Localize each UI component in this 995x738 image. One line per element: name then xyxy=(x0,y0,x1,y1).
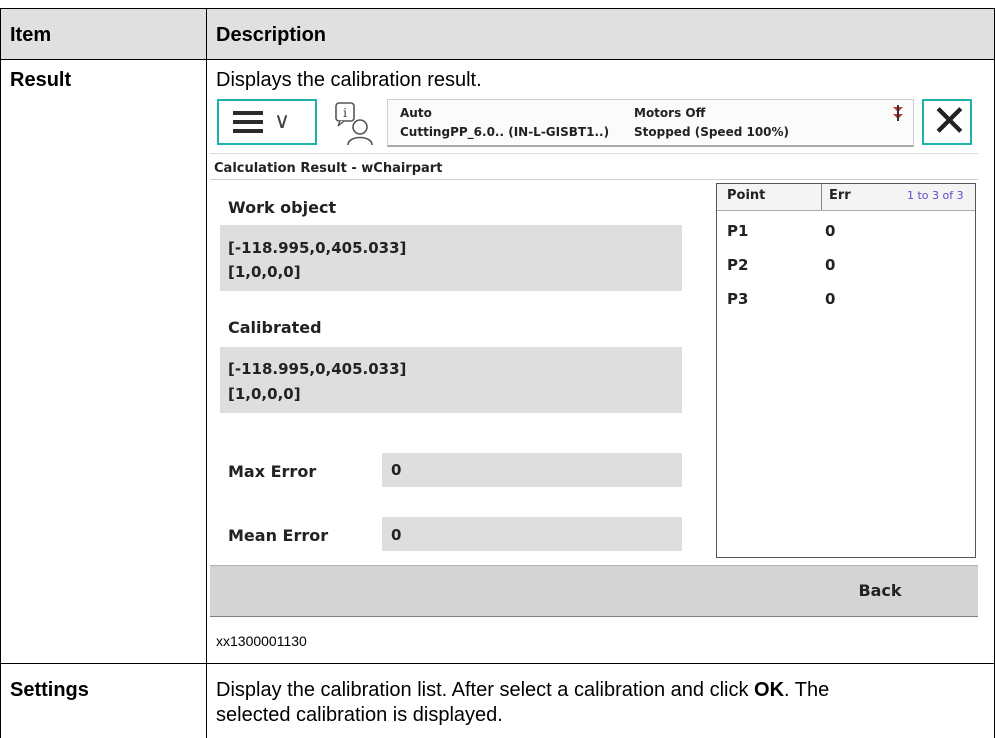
row-description-result: Displays the calibration result. xyxy=(216,69,482,91)
mean-error-label: Mean Error xyxy=(228,526,329,545)
table-border-header xyxy=(0,59,995,60)
max-error-field xyxy=(382,453,682,487)
row-item-result: Result xyxy=(10,69,72,91)
status-mode: Auto xyxy=(400,106,432,120)
figure-id: xx1300001130 xyxy=(216,633,307,649)
row-count: 1 to 3 of 3 xyxy=(907,189,964,202)
command-bar: Back xyxy=(210,565,978,617)
title-divider xyxy=(210,179,978,180)
table-border-row xyxy=(0,663,995,664)
work-object-field xyxy=(220,225,682,291)
status-motors: Motors Off xyxy=(634,106,706,120)
table-border-top xyxy=(0,8,995,9)
calibrated-value-2: [1,0,0,0] xyxy=(228,385,301,403)
close-button[interactable]: ✕ xyxy=(922,96,972,147)
status-program: CuttingPP_6.0.. (IN-L-GISBT1..) xyxy=(400,125,610,139)
col-err[interactable]: Err xyxy=(829,188,851,203)
close-icon: ✕ xyxy=(931,96,968,147)
operator-info-icon[interactable]: i xyxy=(330,99,376,147)
work-object-value-1: [-118.995,0,405.033] xyxy=(228,239,407,257)
calibrated-value-1: [-118.995,0,405.033] xyxy=(228,360,407,378)
point-error: 0 xyxy=(825,256,836,274)
max-error-label: Max Error xyxy=(228,462,317,481)
mean-error-value: 0 xyxy=(391,526,402,544)
page-title: Calculation Result - wChairpart xyxy=(214,161,443,176)
hamburger-icon xyxy=(233,111,263,133)
table-column-divider xyxy=(206,8,207,738)
calibrated-label: Calibrated xyxy=(228,318,322,337)
header-item: Item xyxy=(10,24,52,46)
row-description-settings: Display the calibration list. After sele… xyxy=(216,679,830,701)
points-table-header: Point Err 1 to 3 of 3 xyxy=(717,184,975,211)
main-menu-button[interactable]: ∨ xyxy=(217,99,317,145)
work-object-label: Work object xyxy=(228,198,337,217)
point-name: P2 xyxy=(727,256,749,274)
col-point[interactable]: Point xyxy=(727,188,765,203)
status-state: Stopped (Speed 100%) xyxy=(634,125,790,139)
point-error: 0 xyxy=(825,290,836,308)
mean-error-field xyxy=(382,517,682,551)
quickset-icon xyxy=(892,105,904,121)
flexpendant-screenshot: ∨ i Auto CuttingPP_6.0.. (IN-L-GISBT1..)… xyxy=(210,95,978,617)
table-header-row xyxy=(0,9,995,59)
max-error-value: 0 xyxy=(391,461,402,479)
point-error: 0 xyxy=(825,222,836,240)
top-bar: ∨ i Auto CuttingPP_6.0.. (IN-L-GISBT1..)… xyxy=(210,95,978,154)
points-table: Point Err 1 to 3 of 3 P1 0 P2 0 P3 0 xyxy=(716,183,976,558)
svg-text:i: i xyxy=(343,106,347,120)
column-divider xyxy=(821,184,822,210)
table-border-left xyxy=(0,8,1,738)
status-bar[interactable]: Auto CuttingPP_6.0.. (IN-L-GISBT1..) Mot… xyxy=(387,99,914,147)
row-description-settings-line2: selected calibration is displayed. xyxy=(216,704,503,726)
chevron-down-icon: ∨ xyxy=(274,109,291,134)
point-name: P3 xyxy=(727,290,749,308)
calibrated-field xyxy=(220,347,682,413)
row-item-settings: Settings xyxy=(10,679,89,701)
back-button[interactable]: Back xyxy=(820,574,940,608)
work-object-value-2: [1,0,0,0] xyxy=(228,263,301,281)
point-name: P1 xyxy=(727,222,749,240)
header-description: Description xyxy=(216,24,327,46)
